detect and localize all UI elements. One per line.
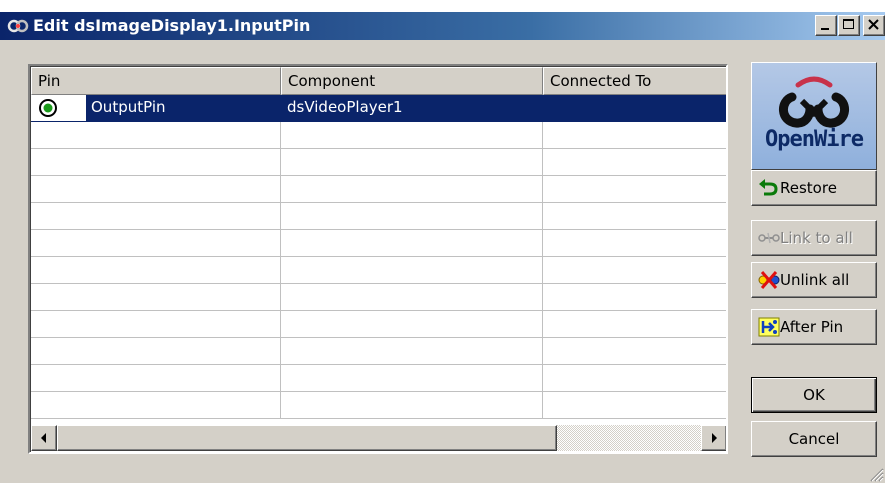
dialog-client-area: Pin Component Connected To OutputPin dsV…	[0, 40, 885, 483]
restore-label: Restore	[780, 179, 837, 197]
ok-label: OK	[803, 386, 825, 404]
cell-connected-to[interactable]	[543, 122, 726, 149]
maximize-icon	[843, 19, 854, 29]
unlink-all-label: Unlink all	[780, 271, 850, 289]
after-pin-button[interactable]: After Pin	[751, 309, 877, 345]
resize-grip-icon[interactable]	[866, 464, 884, 482]
cell-pin[interactable]	[31, 176, 281, 203]
cell-pin[interactable]	[31, 338, 281, 365]
cell-component[interactable]	[281, 311, 543, 338]
cancel-button[interactable]: Cancel	[751, 421, 877, 457]
cell-pin[interactable]	[31, 230, 281, 257]
window-title: Edit dsImageDisplay1.InputPin	[33, 16, 311, 35]
column-header-connected-to[interactable]: Connected To	[543, 67, 726, 95]
arrow-right-icon	[712, 433, 717, 443]
cell-pin[interactable]	[31, 365, 281, 392]
cell-connected-to[interactable]	[543, 95, 726, 122]
minimize-button[interactable]	[815, 15, 837, 36]
pin-name: OutputPin	[86, 95, 281, 121]
cell-connected-to[interactable]	[543, 284, 726, 311]
restore-button[interactable]: Restore	[751, 170, 877, 206]
grid-header: Pin Component Connected To	[31, 67, 726, 95]
column-header-component[interactable]: Component	[281, 67, 543, 95]
table-row[interactable]	[31, 365, 726, 392]
column-header-pin[interactable]: Pin	[31, 67, 281, 95]
table-row[interactable]	[31, 257, 726, 284]
cell-component[interactable]	[281, 392, 543, 419]
table-row[interactable]	[31, 176, 726, 203]
pin-grid[interactable]: Pin Component Connected To OutputPin dsV…	[28, 64, 728, 454]
after-pin-label: After Pin	[780, 318, 844, 336]
cell-connected-to[interactable]	[543, 392, 726, 419]
cell-pin[interactable]	[31, 122, 281, 149]
cell-component[interactable]	[281, 365, 543, 392]
logo-text: OpenWire	[765, 127, 864, 152]
table-row[interactable]	[31, 122, 726, 149]
table-row[interactable]	[31, 149, 726, 176]
table-row[interactable]	[31, 203, 726, 230]
cell-connected-to[interactable]	[543, 203, 726, 230]
grid-rows: OutputPin dsVideoPlayer1	[31, 95, 726, 425]
horizontal-scrollbar[interactable]	[31, 425, 726, 451]
openwire-logo: OpenWire	[751, 62, 877, 170]
dialog-window: Edit dsImageDisplay1.InputPin Pin Compon…	[0, 0, 885, 483]
cell-component[interactable]	[281, 122, 543, 149]
cell-pin[interactable]	[31, 257, 281, 284]
link-to-all-button[interactable]: Link to all	[751, 220, 877, 256]
cell-pin[interactable]	[31, 284, 281, 311]
table-row[interactable]	[31, 338, 726, 365]
maximize-button[interactable]	[838, 15, 860, 36]
after-pin-icon	[758, 317, 780, 337]
pin-connected-radio-icon[interactable]	[38, 98, 58, 118]
cell-connected-to[interactable]	[543, 176, 726, 203]
cell-component[interactable]	[281, 203, 543, 230]
close-button[interactable]	[863, 15, 885, 36]
table-row[interactable]	[31, 230, 726, 257]
link-icon	[758, 232, 780, 244]
close-icon	[868, 19, 879, 30]
table-row[interactable]: OutputPin dsVideoPlayer1	[31, 95, 726, 122]
unlink-all-button[interactable]: Unlink all	[751, 262, 877, 298]
scroll-left-button[interactable]	[31, 425, 57, 451]
cell-component[interactable]	[281, 176, 543, 203]
table-row[interactable]	[31, 392, 726, 419]
table-row[interactable]	[31, 284, 726, 311]
table-row[interactable]	[31, 311, 726, 338]
ok-button[interactable]: OK	[751, 377, 877, 413]
arrow-left-icon	[41, 433, 46, 443]
title-bar[interactable]: Edit dsImageDisplay1.InputPin	[0, 12, 885, 40]
cell-connected-to[interactable]	[543, 311, 726, 338]
unlink-icon	[758, 271, 780, 289]
cell-connected-to[interactable]	[543, 338, 726, 365]
cell-component[interactable]	[281, 257, 543, 284]
cell-pin[interactable]	[31, 392, 281, 419]
cell-component[interactable]: dsVideoPlayer1	[281, 95, 543, 122]
cell-component[interactable]	[281, 284, 543, 311]
cell-component[interactable]	[281, 230, 543, 257]
minimize-icon	[821, 28, 829, 30]
link-to-all-label: Link to all	[780, 229, 853, 247]
cell-component[interactable]	[281, 338, 543, 365]
cell-component[interactable]	[281, 149, 543, 176]
openwire-app-icon	[7, 19, 29, 33]
cell-pin[interactable]: OutputPin	[31, 95, 281, 122]
restore-arrow-icon	[759, 179, 778, 196]
cell-connected-to[interactable]	[543, 365, 726, 392]
cell-pin[interactable]	[31, 149, 281, 176]
cell-pin[interactable]	[31, 311, 281, 338]
cell-connected-to[interactable]	[543, 149, 726, 176]
scroll-thumb[interactable]	[57, 425, 557, 451]
cell-connected-to[interactable]	[543, 230, 726, 257]
cell-connected-to[interactable]	[543, 257, 726, 284]
scroll-right-button[interactable]	[701, 425, 726, 451]
cancel-label: Cancel	[788, 430, 840, 448]
cell-pin[interactable]	[31, 203, 281, 230]
openwire-logo-icon	[779, 76, 849, 128]
